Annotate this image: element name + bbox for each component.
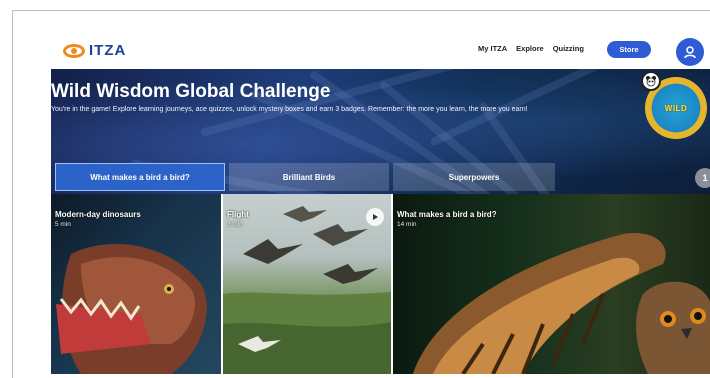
card-what-makes-a-bird[interactable]: What makes a bird a bird? 14 min	[393, 194, 710, 374]
owl-illustration	[413, 233, 710, 374]
user-icon	[684, 46, 696, 59]
itza-logo[interactable]: ITZA	[63, 42, 126, 59]
tab-superpowers[interactable]: Superpowers	[393, 163, 555, 191]
badge-text: WILD	[664, 103, 688, 113]
hero-description: You're in the game! Explore learning jou…	[51, 106, 528, 113]
card-modern-day-dinosaurs[interactable]: Modern-day dinosaurs 5 min	[51, 194, 221, 374]
browser-frame: ITZA My ITZA Explore Quizzing Store Wild…	[12, 10, 710, 378]
card-title: Modern-day dinosaurs	[55, 210, 141, 219]
profile-button[interactable]	[676, 38, 704, 66]
nav-explore[interactable]: Explore	[516, 44, 544, 53]
panda-avatar[interactable]	[641, 71, 661, 91]
main-nav: My ITZA Explore Quizzing	[478, 44, 593, 53]
card-duration: 3 min	[227, 221, 243, 228]
nav-my-itza[interactable]: My ITZA	[478, 44, 507, 53]
card-duration: 14 min	[397, 221, 417, 228]
hero-title: Wild Wisdom Global Challenge	[51, 81, 331, 102]
store-button[interactable]: Store	[607, 41, 651, 58]
site-header: ITZA My ITZA Explore Quizzing Store	[13, 11, 710, 69]
play-icon	[373, 214, 378, 220]
card-duration: 5 min	[55, 221, 71, 228]
card-flight[interactable]: Flight 3 min	[223, 194, 391, 374]
dinosaur-illustration	[56, 244, 207, 374]
eye-logo-icon	[63, 43, 85, 58]
logo-text: ITZA	[89, 42, 127, 59]
nav-quizzing[interactable]: Quizzing	[553, 44, 584, 53]
play-button[interactable]	[366, 208, 384, 226]
panda-icon	[646, 76, 656, 87]
tab-brilliant-birds[interactable]: Brilliant Birds	[229, 163, 389, 191]
card-title: Flight	[227, 210, 249, 219]
card-title: What makes a bird a bird?	[397, 210, 497, 219]
tab-what-makes-a-bird[interactable]: What makes a bird a bird?	[55, 163, 225, 191]
counter-badge[interactable]: 1	[695, 168, 710, 188]
geese-illustration	[223, 206, 391, 374]
